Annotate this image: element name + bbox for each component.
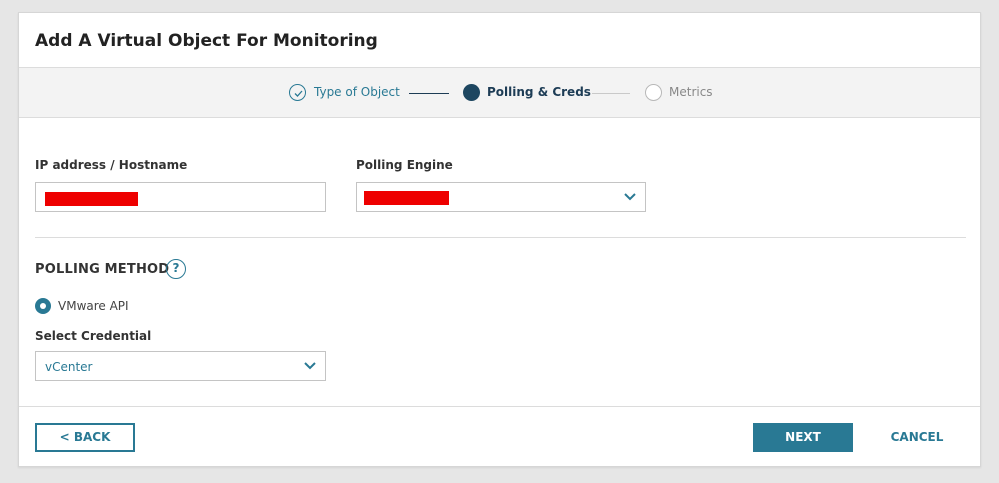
vmware-api-label[interactable]: VMware API	[58, 299, 129, 313]
next-button[interactable]: NEXT	[753, 423, 853, 452]
section-divider	[35, 237, 966, 238]
dialog-title: Add A Virtual Object For Monitoring	[35, 31, 378, 51]
redacted-value	[45, 192, 138, 206]
step-type-of-object[interactable]: Type of Object	[314, 85, 400, 99]
credential-selected-value: vCenter	[45, 360, 93, 374]
pending-step-indicator	[645, 84, 662, 101]
check-circle-icon	[289, 84, 306, 101]
select-credential-label: Select Credential	[35, 329, 152, 343]
polling-engine-label: Polling Engine	[356, 158, 453, 172]
help-icon[interactable]: ?	[166, 259, 186, 279]
cancel-button[interactable]: CANCEL	[877, 423, 957, 452]
ip-hostname-input[interactable]	[35, 182, 326, 212]
vmware-api-radio[interactable]	[35, 298, 51, 314]
redacted-value	[364, 191, 449, 205]
back-button[interactable]: < BACK	[35, 423, 135, 452]
footer-divider	[19, 406, 980, 407]
credential-select[interactable]: vCenter	[35, 351, 326, 381]
chevron-down-icon	[304, 362, 316, 370]
step-connector	[592, 93, 630, 94]
active-step-indicator	[463, 84, 480, 101]
step-connector	[409, 93, 449, 94]
chevron-down-icon	[624, 193, 636, 201]
polling-method-heading: POLLING METHOD	[35, 262, 170, 277]
add-virtual-object-dialog: Add A Virtual Object For Monitoring Type…	[18, 12, 981, 467]
ip-hostname-label: IP address / Hostname	[35, 158, 188, 172]
wizard-stepper: Type of Object Polling & Creds Metrics	[19, 67, 980, 118]
step-polling-creds: Polling & Creds	[487, 85, 591, 99]
step-metrics: Metrics	[669, 85, 713, 99]
polling-engine-select[interactable]	[356, 182, 646, 212]
